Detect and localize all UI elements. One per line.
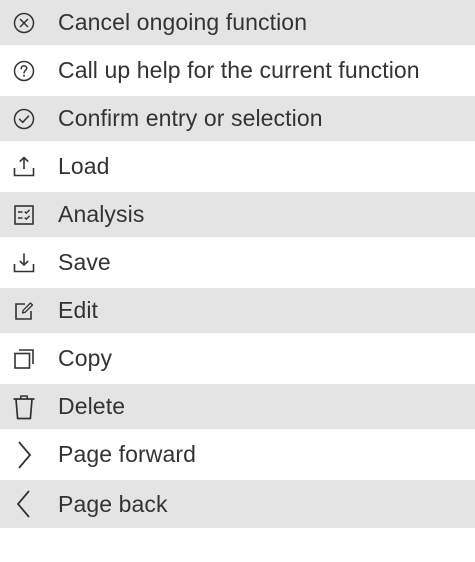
delete-icon — [0, 383, 48, 431]
legend-label: Edit — [58, 297, 99, 323]
help-icon — [0, 47, 48, 95]
legend-row-page-back: Page back — [0, 480, 475, 528]
legend-label: Load — [58, 153, 110, 179]
save-icon — [0, 239, 48, 287]
legend-row-delete: Delete — [0, 384, 475, 432]
legend-label: Page forward — [58, 441, 196, 467]
edit-icon — [0, 287, 48, 335]
legend-row-load: Load — [0, 144, 475, 192]
page-forward-icon — [0, 431, 48, 479]
analysis-icon — [0, 191, 48, 239]
legend-label: Cancel ongoing function — [58, 9, 308, 35]
legend-row-cancel: Cancel ongoing function — [0, 0, 475, 48]
legend-row-help: Call up help for the current function — [0, 48, 475, 96]
legend-label: Save — [58, 249, 111, 275]
load-icon — [0, 143, 48, 191]
confirm-icon — [0, 95, 48, 143]
icon-legend-table: Cancel ongoing function Call up help for… — [0, 0, 475, 562]
legend-row-copy: Copy — [0, 336, 475, 384]
legend-row-confirm: Confirm entry or selection — [0, 96, 475, 144]
legend-row-save: Save — [0, 240, 475, 288]
page-back-icon — [0, 480, 48, 528]
legend-label: Analysis — [58, 201, 145, 227]
copy-icon — [0, 335, 48, 383]
legend-label: Page back — [58, 490, 168, 517]
legend-row-edit: Edit — [0, 288, 475, 336]
legend-label: Confirm entry or selection — [58, 105, 323, 131]
legend-label: Delete — [58, 393, 126, 419]
legend-row-analysis: Analysis — [0, 192, 475, 240]
legend-label: Copy — [58, 345, 113, 371]
legend-row-page-forward: Page forward — [0, 432, 475, 480]
cancel-icon — [0, 0, 48, 47]
legend-label: Call up help for the current function — [58, 57, 420, 83]
